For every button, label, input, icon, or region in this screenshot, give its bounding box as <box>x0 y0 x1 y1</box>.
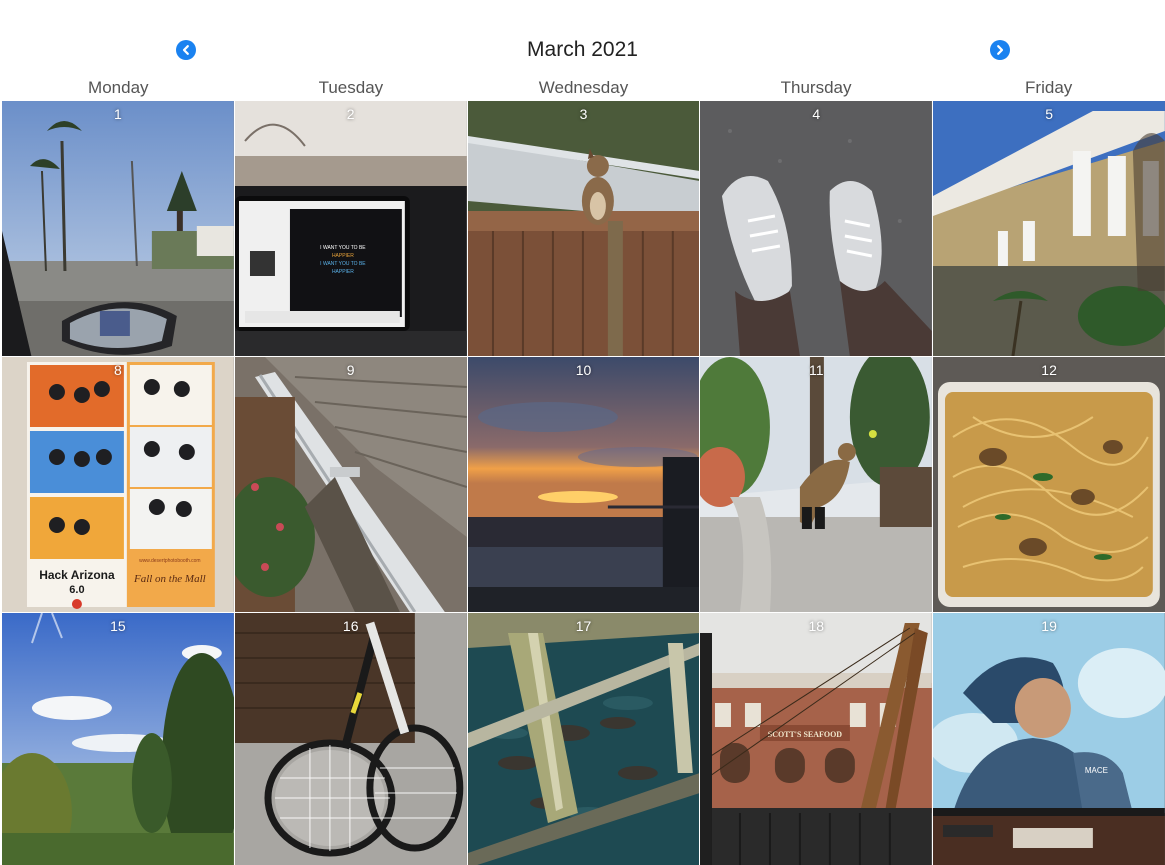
day-cell-17[interactable]: 17 <box>467 613 700 865</box>
day-number: 10 <box>575 362 592 378</box>
day-cell-11[interactable]: 11 <box>700 357 933 612</box>
weekday-wednesday: Wednesday <box>538 78 629 97</box>
day-number: 9 <box>346 362 355 378</box>
day-cell-2[interactable]: I WANT YOU TO BE HAPPIER I WANT YOU TO B… <box>234 101 467 356</box>
day-number: 4 <box>812 106 821 122</box>
screen-text-1: I WANT YOU TO BE <box>320 245 366 251</box>
valley-hillside-photo <box>2 613 234 865</box>
calendar-grid: 1 I WANT YOU TO BE HAPPIER I WANT YOU TO… <box>2 101 1165 865</box>
sea-lions-under-pier-photo <box>467 613 700 865</box>
calendar-page: March 2021 Monday Tuesday Wednesday Thur… <box>0 0 1165 865</box>
tv-soldier-screen-photo: MACE <box>933 613 1165 865</box>
day-number: 15 <box>110 618 126 634</box>
weekday-monday: Monday <box>88 78 149 97</box>
roof-gutter-photo <box>234 357 467 612</box>
hack-arizona-text: Hack Arizona <box>39 568 115 582</box>
spaghetti-container-photo <box>933 357 1165 612</box>
booth-url-text: www.desertphotobooth.com <box>139 558 200 564</box>
day-number: 8 <box>114 362 122 378</box>
building-with-palms-photo <box>933 101 1165 356</box>
day-cell-3[interactable]: 3 <box>467 101 700 356</box>
day-number: 12 <box>1041 362 1057 378</box>
day-cell-1[interactable]: 1 <box>2 101 234 356</box>
day-cell-10[interactable]: 10 <box>467 357 700 612</box>
day-number: 11 <box>809 362 824 378</box>
street-view-from-car-photo <box>2 101 234 356</box>
day-cell-15[interactable]: 15 <box>2 613 234 865</box>
screen-text-2: HAPPIER <box>332 253 354 259</box>
day-number: 18 <box>808 618 825 634</box>
weekday-tuesday: Tuesday <box>318 78 384 97</box>
day-cell-4[interactable]: 4 <box>700 101 933 356</box>
car-dashboard-screen-photo: I WANT YOU TO BE HAPPIER I WANT YOU TO B… <box>234 101 467 356</box>
day-cell-16[interactable]: 16 <box>234 613 467 865</box>
day-number: 1 <box>114 106 122 122</box>
day-cell-9[interactable]: 9 <box>234 357 467 612</box>
weekday-header-row: Monday Tuesday Wednesday Thursday Friday <box>2 77 1165 101</box>
tennis-rackets-photo <box>234 613 467 865</box>
sneakers-on-asphalt-photo <box>700 101 933 356</box>
sunset-over-water-photo <box>467 357 700 612</box>
weekday-friday: Friday <box>1025 78 1073 97</box>
chevron-right-icon <box>997 45 1004 55</box>
photo-booth-strips-photo: Hack Arizona 6.0 www.desertphotobooth.co… <box>2 357 234 612</box>
day-number: 17 <box>575 618 592 634</box>
scotts-seafood-bridge-photo: SCOTT'S SEAFOOD <box>700 613 933 865</box>
day-cell-12[interactable]: 12 <box>933 357 1165 612</box>
weekday-thursday: Thursday <box>780 78 852 97</box>
screen-text-3: I WANT YOU TO BE <box>320 261 366 267</box>
day-cell-19[interactable]: MACE 19 <box>933 613 1165 865</box>
squirrel-on-fence-photo <box>467 101 700 356</box>
day-number: 16 <box>342 618 359 634</box>
hack-version-text: 6.0 <box>69 584 84 596</box>
dog-catching-ball-photo <box>700 357 933 612</box>
day-cell-8[interactable]: Hack Arizona 6.0 www.desertphotobooth.co… <box>2 357 234 612</box>
fall-mall-text: Fall on the Mall <box>133 573 206 585</box>
day-cell-5[interactable]: 5 <box>933 101 1165 356</box>
day-number: 2 <box>346 106 355 122</box>
day-number: 5 <box>1045 106 1053 122</box>
day-number: 3 <box>579 106 588 122</box>
tv-brand-text: MACE <box>1085 766 1108 775</box>
next-month-button[interactable] <box>990 40 1010 60</box>
scotts-sign-text: SCOTT'S SEAFOOD <box>768 730 843 739</box>
day-cell-18[interactable]: SCOTT'S SEAFOOD 18 <box>700 613 933 865</box>
screen-text-4: HAPPIER <box>332 269 354 275</box>
day-number: 19 <box>1041 618 1057 634</box>
